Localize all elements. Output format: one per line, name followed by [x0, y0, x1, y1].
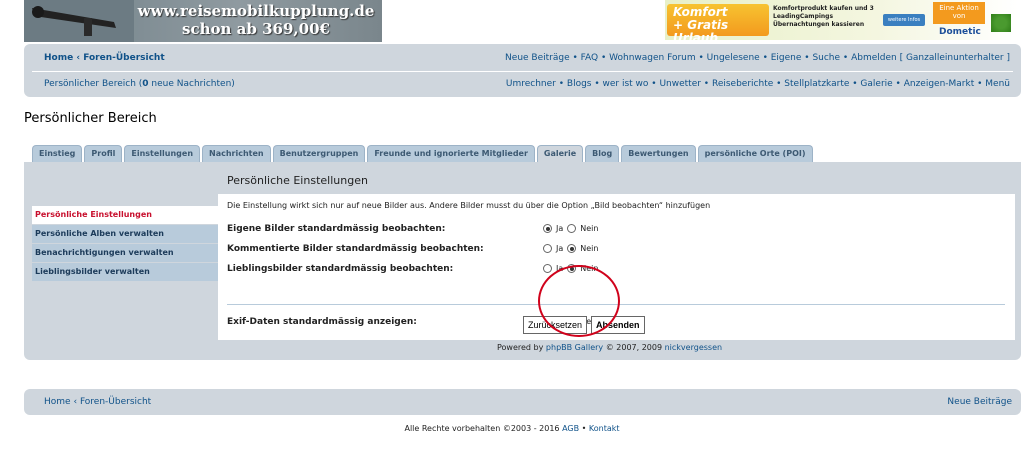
personal-area-link[interactable]: Persönlicher Bereich (0 neue Nachrichten… [44, 79, 235, 89]
radio-ja[interactable] [543, 224, 552, 233]
sidebar-item-notifications[interactable]: Benachrichtigungen verwalten [32, 244, 220, 262]
setting-label-commented-images: Kommentierte Bilder standardmässig beoba… [227, 244, 484, 254]
sidebar-item-personal-settings[interactable]: Persönliche Einstellungen [32, 206, 220, 224]
breadcrumb: Home ‹ Foren-Übersicht [44, 53, 165, 63]
radio-group-own-images: Ja Nein [543, 224, 598, 233]
footer-home-link[interactable]: Home [44, 397, 71, 407]
powered-by: Powered by phpBB Gallery © 2007, 2009 ni… [497, 343, 723, 352]
banner-price: schon ab 369,00€ [182, 20, 330, 38]
banner-url: www.reisemobilkupplung.de [137, 2, 375, 20]
nav-divider [32, 71, 1013, 72]
tab-freunde[interactable]: Freunde und ignorierte Mitglieder [367, 145, 535, 162]
setting-label-own-images: Eigene Bilder standardmässig beobachten: [227, 224, 446, 234]
agb-link[interactable]: AGB [562, 424, 579, 433]
more-info-button[interactable]: weitere Infos [883, 14, 925, 26]
tab-galerie[interactable]: Galerie [536, 145, 584, 162]
author-link[interactable]: nickvergessen [665, 343, 722, 352]
tab-bar: Einstieg Profil Einstellungen Nachrichte… [32, 145, 813, 162]
banner-text: Komfortprodukt kaufen und 3 LeadingCampi… [773, 5, 874, 28]
footer-forum-link[interactable]: Foren-Übersicht [80, 397, 151, 407]
tab-nachrichten[interactable]: Nachrichten [202, 145, 271, 162]
kontakt-link[interactable]: Kontakt [589, 424, 620, 433]
ad-banner-reisemobilkupplung[interactable]: www.reisemobilkupplung.de schon ab 369,0… [24, 0, 382, 42]
sidebar-item-albums[interactable]: Persönliche Alben verwalten [32, 225, 220, 243]
phpbb-gallery-link[interactable]: phpBB Gallery [546, 343, 603, 352]
home-link[interactable]: Home [44, 53, 73, 63]
page-title: Persönlicher Bereich [24, 111, 157, 126]
forum-overview-link[interactable]: Foren-Übersicht [83, 53, 164, 63]
tab-profil[interactable]: Profil [84, 145, 123, 162]
tab-einstellungen[interactable]: Einstellungen [124, 145, 201, 162]
sidebar-item-favorites[interactable]: Lieblingsbilder verwalten [32, 263, 220, 281]
settings-description: Die Einstellung wirkt sich nur auf neue … [227, 201, 711, 210]
leadingcampings-logo-icon [991, 14, 1011, 32]
tab-benutzergruppen[interactable]: Benutzergruppen [272, 145, 366, 162]
footer-navbar: Home ‹ Foren-Übersicht Neue Beiträge [24, 389, 1021, 415]
trailer-hitch-icon [24, 0, 134, 42]
setting-label-exif: Exif-Daten standardmässig anzeigen: [227, 317, 417, 327]
tab-bewertungen[interactable]: Bewertungen [621, 145, 696, 162]
tab-einstieg[interactable]: Einstieg [32, 145, 83, 162]
ad-banner-dometic[interactable]: Komfort + Gratis Urlaub Komfortprodukt ka… [665, 0, 1018, 45]
radio-group-commented-images: Ja Nein [543, 244, 598, 253]
extra-nav-links[interactable]: Umrechner • Blogs • wer ist wo • Unwette… [506, 79, 1010, 89]
section-title: Persönliche Einstellungen [227, 174, 368, 187]
radio-ja[interactable] [543, 264, 552, 273]
footer-breadcrumb: Home ‹ Foren-Übersicht [44, 397, 151, 407]
tab-poi[interactable]: persönliche Orte (POI) [697, 145, 813, 162]
aktion-badge: Eine Aktion von [933, 2, 985, 24]
copyright: Alle Rechte vorbehalten ©2003 - 2016 AGB… [404, 424, 620, 433]
radio-ja[interactable] [543, 244, 552, 253]
tab-blog[interactable]: Blog [585, 145, 620, 162]
radio-nein[interactable] [567, 224, 577, 233]
radio-nein[interactable] [567, 244, 577, 253]
sidebar: Persönliche Einstellungen Persönliche Al… [32, 206, 220, 282]
top-navbar: Home ‹ Foren-Übersicht Neue Beiträge • F… [24, 44, 1021, 97]
breadcrumb-separator: ‹ [76, 53, 81, 63]
dometic-logo: Dometic [939, 27, 981, 37]
setting-label-favorite-images: Lieblingsbilder standardmässig beobachte… [227, 264, 454, 274]
komfort-label: Komfort + Gratis Urlaub [667, 4, 769, 45]
breadcrumb-separator: ‹ [73, 397, 78, 407]
highlight-circle-annotation [538, 265, 620, 337]
footer-new-posts-link[interactable]: Neue Beiträge [947, 397, 1012, 407]
user-nav-links[interactable]: Neue Beiträge • FAQ • Wohnwagen Forum • … [505, 53, 1010, 63]
